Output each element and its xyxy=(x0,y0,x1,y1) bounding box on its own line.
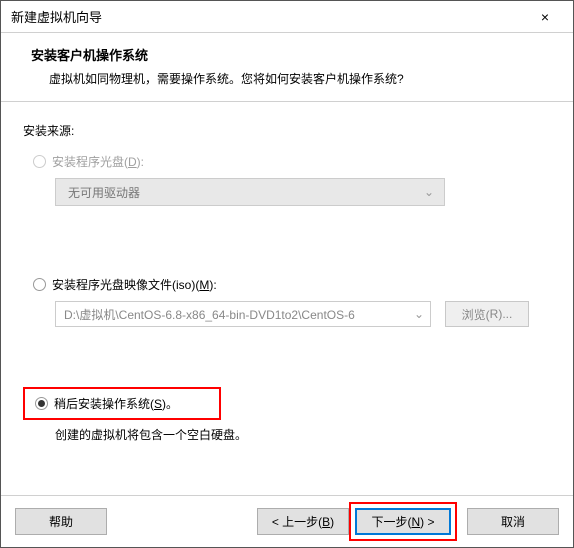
drive-dropdown[interactable]: 无可用驱动器 ⌄ xyxy=(55,178,445,206)
help-button[interactable]: 帮助 xyxy=(15,508,107,535)
option-install-later[interactable]: 稍后安装操作系统(S)。 xyxy=(29,395,215,412)
iso-path-text: D:\虚拟机\CentOS-6.8-x86_64-bin-DVD1to2\Cen… xyxy=(64,306,355,323)
close-button[interactable]: × xyxy=(525,3,565,31)
back-button[interactable]: < 上一步(B) xyxy=(257,508,349,535)
option-installer-disc[interactable]: 安装程序光盘(D): xyxy=(23,153,551,170)
cancel-button[interactable]: 取消 xyxy=(467,508,559,535)
wizard-header: 安装客户机操作系统 虚拟机如同物理机，需要操作系统。您将如何安装客户机操作系统? xyxy=(1,33,573,102)
option-iso-file[interactable]: 安装程序光盘映像文件(iso)(M): xyxy=(23,276,551,293)
browse-button[interactable]: 浏览(R)... xyxy=(445,301,529,327)
header-title: 安装客户机操作系统 xyxy=(31,45,543,64)
next-button[interactable]: 下一步(N) > xyxy=(355,508,451,535)
dropdown-text: 无可用驱动器 xyxy=(68,184,140,201)
highlight-box-later: 稍后安装操作系统(S)。 xyxy=(23,387,221,420)
option-iso-label: 安装程序光盘映像文件(iso)(M): xyxy=(52,276,217,293)
iso-path-input[interactable]: D:\虚拟机\CentOS-6.8-x86_64-bin-DVD1to2\Cen… xyxy=(55,301,431,327)
window-title: 新建虚拟机向导 xyxy=(11,7,525,26)
option-later-label: 稍后安装操作系统(S)。 xyxy=(54,395,178,412)
footer: 帮助 < 上一步(B) 下一步(N) > 取消 xyxy=(1,495,573,547)
hint-text: 创建的虚拟机将包含一个空白硬盘。 xyxy=(55,426,551,443)
chevron-down-icon: ⌄ xyxy=(414,307,424,321)
radio-icon xyxy=(35,397,48,410)
content-area: 安装来源: 安装程序光盘(D): 无可用驱动器 ⌄ 安装程序光盘映像文件(iso… xyxy=(1,102,573,453)
header-subtitle: 虚拟机如同物理机，需要操作系统。您将如何安装客户机操作系统? xyxy=(31,70,543,87)
titlebar: 新建虚拟机向导 × xyxy=(1,1,573,33)
source-label: 安装来源: xyxy=(23,122,551,139)
radio-icon xyxy=(33,155,46,168)
chevron-down-icon: ⌄ xyxy=(424,185,434,199)
highlight-box-next: 下一步(N) > xyxy=(349,502,457,541)
radio-icon xyxy=(33,278,46,291)
option-disc-label: 安装程序光盘(D): xyxy=(52,153,144,170)
